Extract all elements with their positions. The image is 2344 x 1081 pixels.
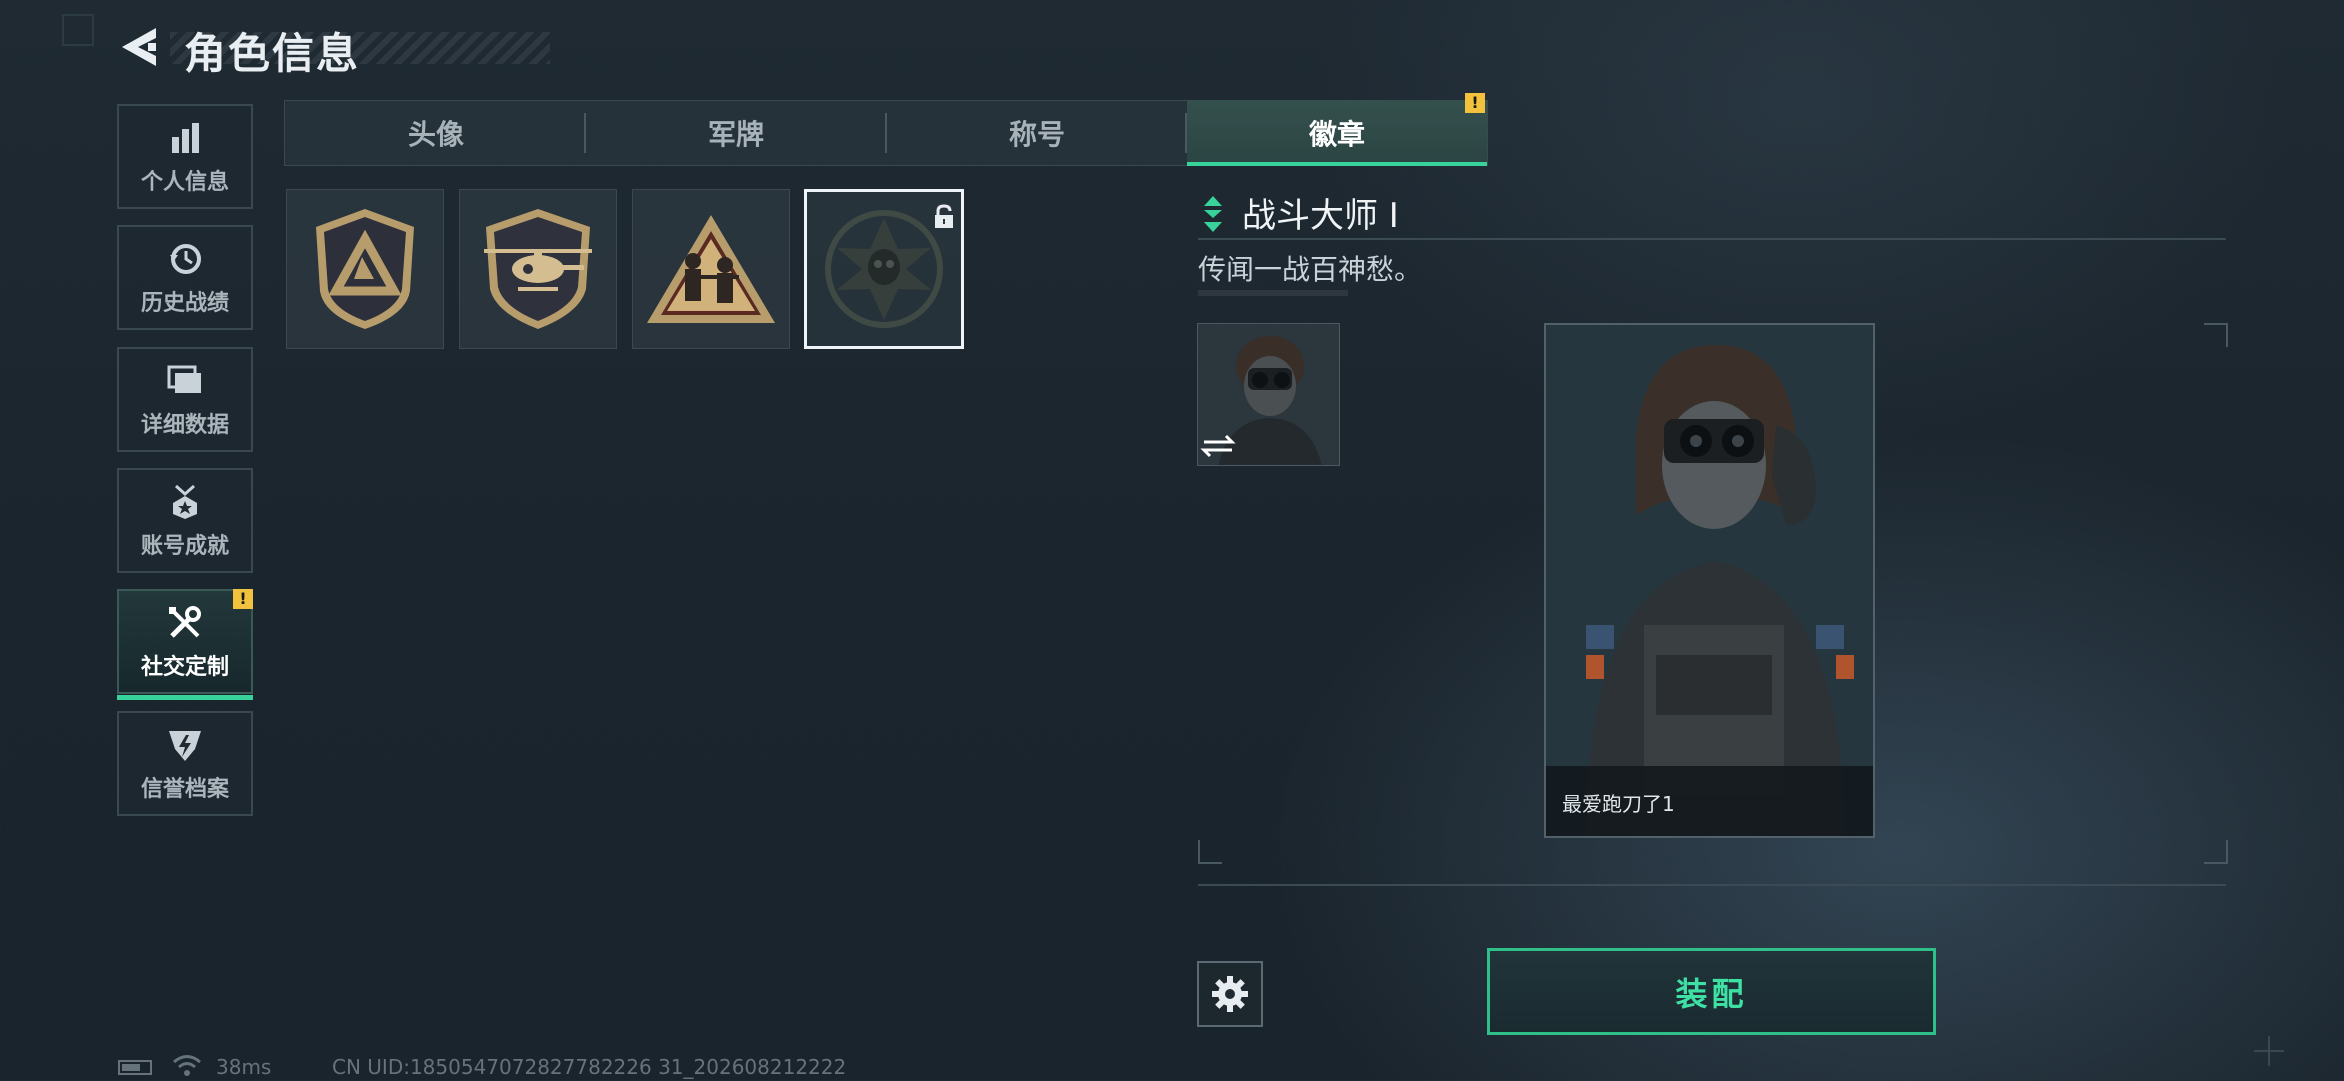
corner-frame-mark (62, 14, 94, 46)
ping-text: 38ms (216, 1055, 272, 1079)
frame-corner (1198, 840, 1222, 864)
wifi-icon (172, 1053, 202, 1077)
swap-icon[interactable] (1203, 433, 1239, 463)
equip-button[interactable]: 装配 (1487, 948, 1936, 1035)
shield-bolt-icon (165, 725, 205, 765)
back-arrow-icon[interactable] (118, 24, 162, 70)
tab-badge[interactable]: 徽章 (1187, 100, 1487, 166)
badge-slot-2[interactable] (459, 189, 617, 349)
detail-divider (1198, 238, 2226, 240)
lock-icon (933, 204, 955, 230)
tools-icon (165, 603, 205, 643)
badge-name: 战斗大师 I (1242, 196, 1399, 236)
sidebar-alert-badge: ! (233, 589, 253, 609)
frame-corner (2204, 840, 2228, 864)
badge-slot-1[interactable] (286, 189, 444, 349)
sidebar-item-match-history[interactable]: 历史战绩 (117, 225, 253, 330)
character-preview-card (1544, 323, 1875, 838)
tab-avatar[interactable]: 头像 (286, 100, 586, 166)
frame-corner (2204, 323, 2228, 347)
sidebar-item-label: 社交定制 (140, 654, 229, 680)
bar-chart-icon (165, 118, 205, 158)
medal-icon (165, 482, 205, 522)
badge-slot-4[interactable] (804, 189, 964, 349)
sidebar-item-label: 信誉档案 (140, 776, 229, 802)
triangle-shield-badge-icon (316, 209, 414, 329)
tab-title[interactable]: 称号 (887, 100, 1187, 166)
sidebar-item-personal-info[interactable]: 个人信息 (117, 104, 253, 209)
gear-icon (1212, 976, 1248, 1012)
battery-icon (118, 1060, 152, 1075)
badge-slot-3[interactable] (632, 189, 790, 349)
tab-dog-tag[interactable]: 军牌 (586, 100, 886, 166)
soldiers-badge-icon (647, 215, 775, 323)
player-name: 最爱跑刀了1 (1562, 792, 1675, 816)
page-title: 角色信息 (184, 29, 361, 78)
frame-corner (1198, 323, 1220, 345)
description-underline (1198, 290, 1348, 296)
detail-title-marker (1204, 196, 1222, 232)
character-portrait (1546, 325, 1873, 836)
tab-alert-badge: ! (1465, 93, 1485, 113)
uid-text: CN UID:1850547072827782226 31_2026082122… (332, 1055, 847, 1079)
sidebar-item-reputation[interactable]: 信誉档案 (117, 711, 253, 816)
clock-icon (165, 239, 205, 279)
bottom-divider (1198, 884, 2226, 886)
corner-plus-mark (2254, 1036, 2284, 1066)
skull-star-badge-icon (825, 210, 943, 328)
helicopter-badge-icon (484, 209, 592, 329)
sidebar-item-label: 详细数据 (140, 412, 229, 438)
sidebar-item-label: 个人信息 (140, 169, 229, 195)
sidebar-item-label: 账号成就 (140, 533, 229, 559)
settings-button[interactable] (1197, 961, 1263, 1027)
badge-description: 传闻一战百神愁。 (1198, 253, 1423, 286)
sidebar-item-detailed-data[interactable]: 详细数据 (117, 347, 253, 452)
folder-icon (165, 361, 205, 401)
sidebar-item-achievements[interactable]: 账号成就 (117, 468, 253, 573)
sidebar-item-label: 历史战绩 (140, 290, 229, 316)
